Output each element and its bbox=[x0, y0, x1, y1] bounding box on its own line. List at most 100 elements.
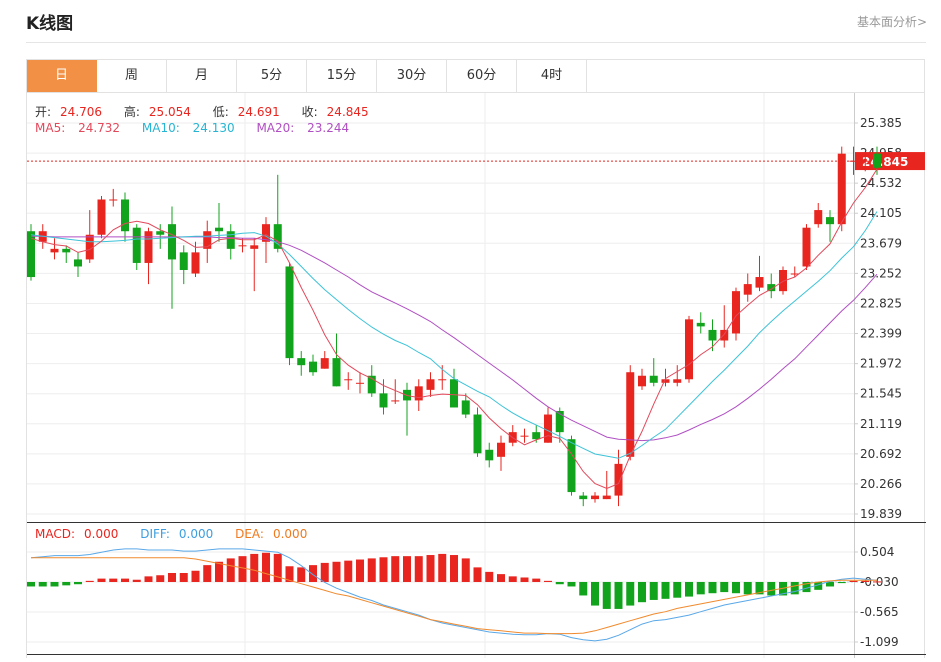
open-label: 开: bbox=[35, 105, 52, 119]
high-label: 高: bbox=[123, 105, 140, 119]
candle-body bbox=[614, 463, 623, 496]
macd-bar bbox=[837, 581, 846, 584]
tab-60min[interactable]: 60分 bbox=[447, 60, 517, 92]
low-value: 24.691 bbox=[237, 105, 280, 119]
macd-bar bbox=[591, 581, 599, 606]
candle-body bbox=[121, 199, 129, 232]
macd-tick-label: -0.565 bbox=[860, 605, 899, 619]
macd-bar bbox=[27, 581, 35, 587]
price-tick-label: 22.399 bbox=[860, 327, 902, 341]
macd-bar bbox=[438, 553, 447, 582]
title-divider bbox=[26, 42, 926, 43]
candle-body bbox=[297, 358, 306, 366]
macd-bar bbox=[732, 581, 740, 594]
kline-chart-svg[interactable]: 25.38524.95824.53224.10523.67923.25222.8… bbox=[27, 93, 926, 658]
candle-body bbox=[743, 284, 752, 295]
candle-body bbox=[873, 153, 881, 168]
macd-bar bbox=[226, 558, 235, 582]
macd-bar bbox=[144, 576, 153, 582]
tab-week[interactable]: 周 bbox=[97, 60, 167, 92]
dea-label: DEA: bbox=[235, 527, 264, 541]
macd-bar bbox=[191, 570, 200, 582]
macd-bar bbox=[743, 581, 752, 595]
price-tick-label: 21.972 bbox=[860, 357, 902, 371]
macd-bar bbox=[156, 575, 165, 582]
tab-day[interactable]: 日 bbox=[27, 60, 97, 92]
macd-bar bbox=[414, 556, 423, 582]
candle-body bbox=[50, 248, 59, 253]
ma10-value: 24.130 bbox=[192, 121, 235, 135]
candle-body bbox=[320, 358, 329, 369]
ma20-line bbox=[31, 235, 878, 442]
macd-bar bbox=[579, 581, 588, 596]
macd-bar bbox=[708, 581, 717, 594]
candle-body bbox=[638, 375, 646, 387]
macd-bar bbox=[661, 581, 670, 599]
price-tick-label: 22.825 bbox=[860, 296, 902, 310]
price-tick-label: 20.692 bbox=[860, 447, 902, 461]
macd-bar bbox=[450, 555, 458, 582]
candle-body bbox=[226, 231, 235, 249]
macd-bar bbox=[555, 581, 564, 585]
tab-15min[interactable]: 15分 bbox=[307, 60, 377, 92]
candle-body bbox=[97, 199, 106, 235]
macd-bar bbox=[473, 567, 482, 582]
kline-chart-area[interactable]: 25.38524.95824.53224.10523.67923.25222.8… bbox=[26, 93, 926, 658]
candle-body bbox=[720, 329, 729, 341]
candle-body bbox=[132, 227, 141, 263]
fundamental-analysis-link[interactable]: 基本面分析> bbox=[857, 13, 927, 30]
macd-bar bbox=[262, 552, 270, 582]
candle-body bbox=[109, 199, 118, 201]
ohlc-info-row: 开: 24.706 高: 25.054 低: 24.691 收: 24.845 bbox=[35, 103, 387, 120]
candle-body bbox=[168, 224, 176, 260]
macd-bar bbox=[602, 581, 611, 609]
tab-month[interactable]: 月 bbox=[167, 60, 237, 92]
macd-bar bbox=[673, 581, 682, 598]
candle-body bbox=[661, 379, 670, 383]
close-label: 收: bbox=[301, 105, 318, 119]
price-tick-label: 25.385 bbox=[860, 116, 902, 130]
price-tick-label: 20.266 bbox=[860, 477, 902, 491]
candle-body bbox=[62, 248, 71, 253]
macd-bar bbox=[461, 558, 470, 582]
ma10-line bbox=[30, 211, 878, 459]
macd-bar bbox=[238, 556, 247, 582]
period-tabs: 日 周 月 5分 15分 30分 60分 4时 bbox=[26, 59, 925, 93]
macd-bar bbox=[203, 565, 212, 582]
high-value: 25.054 bbox=[148, 105, 191, 119]
candle-body bbox=[179, 252, 188, 270]
ma5-label: MA5: bbox=[35, 121, 66, 135]
candle-body bbox=[708, 329, 717, 341]
candle-body bbox=[309, 361, 317, 373]
candle-body bbox=[861, 160, 870, 162]
ma20-label: MA20: bbox=[256, 121, 295, 135]
price-tick-label: 23.252 bbox=[860, 266, 902, 280]
candle-body bbox=[673, 379, 682, 383]
macd-bar bbox=[367, 558, 376, 582]
candle-body bbox=[250, 245, 259, 249]
macd-bar bbox=[250, 553, 259, 582]
macd-bar bbox=[544, 580, 552, 582]
macd-bar bbox=[391, 556, 400, 582]
candle-body bbox=[837, 153, 846, 225]
macd-bar bbox=[38, 581, 47, 587]
tab-5min[interactable]: 5分 bbox=[237, 60, 307, 92]
macd-bar bbox=[74, 581, 82, 585]
candle-body bbox=[649, 375, 658, 383]
tab-4hour[interactable]: 4时 bbox=[517, 60, 587, 92]
candle-body bbox=[144, 231, 153, 263]
tab-30min[interactable]: 30分 bbox=[377, 60, 447, 92]
candle-body bbox=[849, 160, 858, 162]
candle-body bbox=[567, 439, 576, 493]
macd-bar bbox=[168, 572, 176, 582]
candle-body bbox=[215, 227, 223, 232]
price-tick-label: 24.105 bbox=[860, 206, 902, 220]
macd-bar bbox=[532, 578, 541, 582]
candle-body bbox=[579, 495, 588, 500]
macd-bar bbox=[614, 581, 623, 609]
open-value: 24.706 bbox=[60, 105, 103, 119]
macd-bar bbox=[179, 572, 188, 582]
macd-bar bbox=[638, 581, 646, 603]
candle-body bbox=[802, 227, 811, 267]
candle-body bbox=[532, 432, 541, 440]
